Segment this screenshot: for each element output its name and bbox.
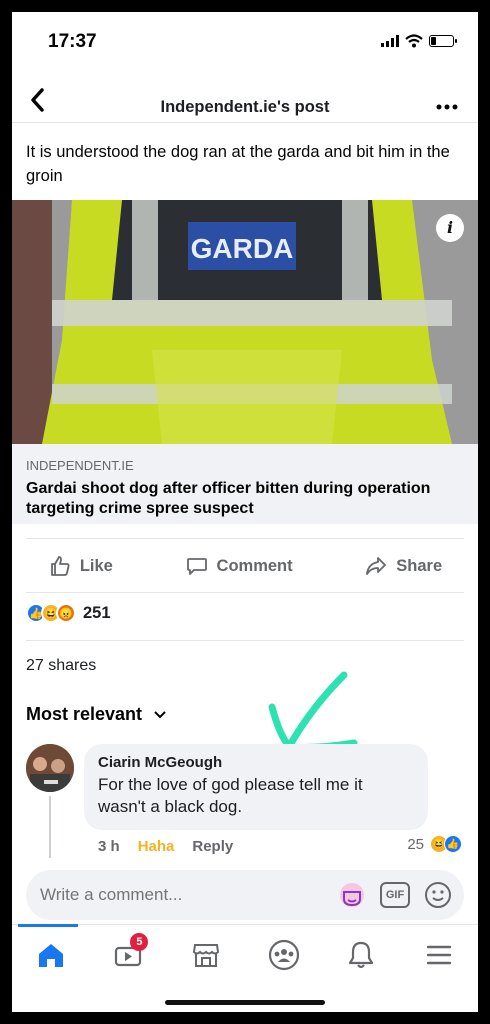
tab-watch[interactable]: 5 [106,933,150,977]
tab-home[interactable] [29,933,73,977]
post-actions: Like Comment Share [12,544,478,588]
comment-author[interactable]: Ciarin McGeough [98,754,414,771]
sort-dropdown[interactable]: Most relevant [26,704,166,725]
thumbs-up-icon [50,556,70,576]
bottom-nav: 5 [12,930,478,980]
battery-icon [429,35,457,47]
emoji-icon[interactable] [424,881,452,909]
divider [26,640,464,641]
comment-meta: 3 h Haha Reply [98,838,233,855]
active-tab-indicator [18,924,78,927]
comment-reactions[interactable]: 25 😆 👍 [407,835,462,853]
divider [12,924,478,925]
page-title: Independent.ie's post [160,98,330,116]
comment-text: For the love of god please tell me it wa… [98,775,363,816]
phone-screen: 17:37 Independent.ie's post It is unders… [12,12,478,1012]
like-reaction-icon: 👍 [444,835,462,853]
notifications-icon [349,941,374,969]
status-time: 17:37 [48,31,97,52]
link-preview[interactable]: INDEPENDENT.IE Gardai shoot dog after of… [12,444,478,524]
sort-label: Most relevant [26,704,143,724]
divider [26,538,464,539]
garda-text: GARDA [191,233,294,264]
tab-groups[interactable] [262,933,306,977]
groups-icon [268,939,299,971]
comment-label: Comment [216,556,293,575]
link-image[interactable]: GARDA i [12,200,478,444]
share-button[interactable]: Share [364,554,442,578]
like-label: Like [79,556,113,575]
home-indicator[interactable] [165,1000,325,1005]
reactions-summary[interactable]: 👍 😆 😠 251 [26,603,111,623]
post-header: Independent.ie's post [12,78,478,122]
divider [12,122,478,123]
reaction-count: 251 [83,603,111,622]
wifi-icon [405,34,423,48]
like-button[interactable]: Like [48,554,113,578]
link-domain: INDEPENDENT.IE [26,458,134,473]
comment-button[interactable]: Comment [185,554,293,578]
more-button[interactable] [436,94,458,115]
info-icon[interactable]: i [436,214,464,242]
divider [26,592,464,593]
angry-reaction-icon: 😠 [56,603,76,623]
comment-time: 3 h [98,838,120,855]
comment-input[interactable] [40,882,300,908]
share-label: Share [396,556,443,575]
chevron-down-icon [154,710,166,718]
signal-icon [381,35,399,47]
avatar-sticker-icon[interactable] [338,881,366,909]
comment-reaction-button[interactable]: Haha [138,838,175,855]
gif-icon[interactable]: GIF [380,882,410,908]
home-icon [38,944,63,967]
post-text: It is understood the dog ran at the gard… [26,143,450,185]
link-title[interactable]: Gardai shoot dog after officer bitten du… [26,479,464,519]
more-dots-icon [436,104,458,110]
marketplace-icon [193,944,220,967]
comment-bubble[interactable]: Ciarin McGeough For the love of god plea… [84,744,428,830]
tab-notifications[interactable] [339,933,383,977]
status-bar: 17:37 [12,12,478,72]
watch-badge: 5 [130,933,149,951]
comment-composer[interactable]: GIF [26,870,464,920]
comment-reaction-count: 25 [407,835,424,853]
garda-jacket-image: GARDA [12,200,478,444]
shares-count[interactable]: 27 shares [26,657,96,675]
tab-menu[interactable] [417,933,461,977]
avatar[interactable] [26,744,74,792]
comment-icon [186,558,207,575]
tab-marketplace[interactable] [184,933,228,977]
thread-line [49,796,51,858]
share-icon [366,557,387,575]
avatar-photo [26,744,74,792]
reply-button[interactable]: Reply [192,838,233,855]
menu-icon [426,945,452,965]
